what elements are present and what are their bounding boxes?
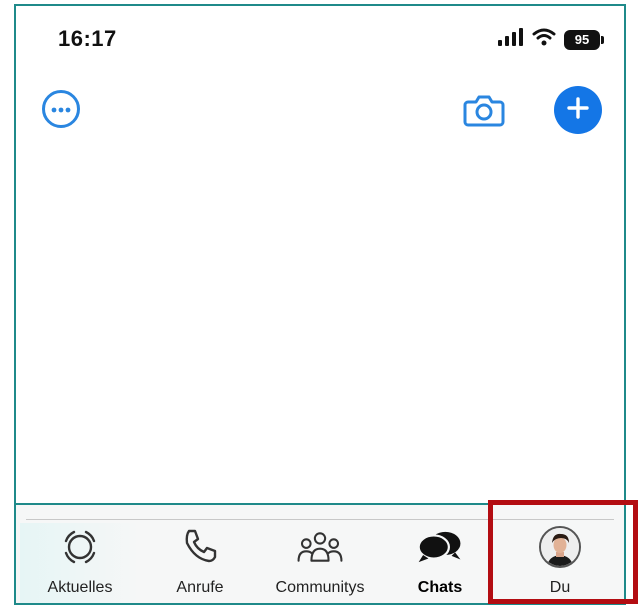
more-options-icon: [51, 100, 71, 118]
tab-bar-divider: [26, 519, 614, 520]
status-icon: [56, 523, 104, 571]
tab-chats[interactable]: Chats: [380, 523, 500, 603]
wifi-icon: [532, 28, 556, 51]
tab-anrufe[interactable]: Anrufe: [140, 523, 260, 603]
tab-communitys[interactable]: Communitys: [260, 523, 380, 603]
status-time: 16:17: [58, 26, 117, 51]
cellular-signal-icon: [498, 28, 524, 51]
communities-icon: [296, 523, 344, 571]
camera-icon: [462, 95, 506, 136]
chat-bubbles-icon: [416, 523, 464, 571]
tab-label-chats: Chats: [417, 579, 463, 596]
more-options-button[interactable]: [42, 90, 80, 128]
tab-aktuelles[interactable]: Aktuelles: [20, 523, 140, 603]
phone-icon: [176, 523, 224, 571]
bottom-tab-bar: Aktuelles Anrufe Communitys Chats Du: [16, 503, 624, 603]
battery-indicator: 95: [564, 29, 604, 50]
chat-list-area: [16, 146, 624, 503]
profile-avatar-container: [536, 523, 584, 571]
tab-label-aktuelles: Aktuelles: [47, 579, 113, 596]
tab-du[interactable]: Du: [500, 523, 620, 603]
plus-icon: [567, 96, 589, 124]
phone-screen: 16:17 95 Aktuelles Anrufe Communitys Cha…: [14, 4, 626, 605]
top-bar: [16, 86, 624, 136]
camera-button[interactable]: [462, 88, 506, 132]
status-bar: 16:17 95: [16, 6, 624, 68]
tab-label-anrufe: Anrufe: [176, 579, 224, 596]
tab-label-du: Du: [549, 579, 571, 596]
tab-label-communitys: Communitys: [275, 579, 365, 596]
new-chat-button[interactable]: [554, 86, 602, 134]
status-icons: 95: [498, 28, 604, 51]
avatar: [539, 526, 581, 568]
